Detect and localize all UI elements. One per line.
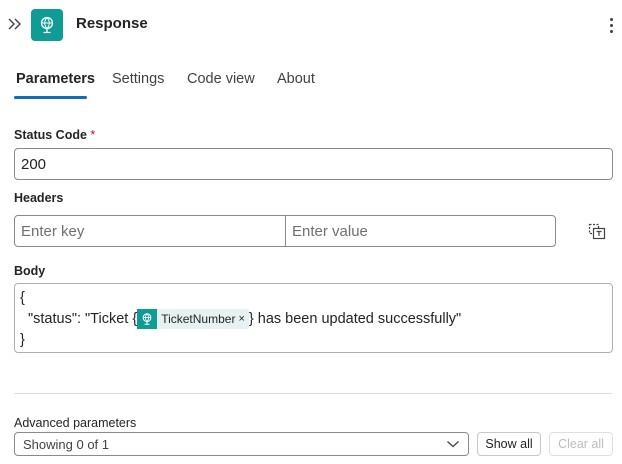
body-line-2-suffix: } has been updated successfully" xyxy=(248,311,462,327)
tab-about[interactable]: About xyxy=(277,71,315,87)
status-code-input[interactable]: 200 xyxy=(14,148,613,180)
tab-code-view[interactable]: Code view xyxy=(187,71,255,87)
clear-all-button[interactable]: Clear all xyxy=(549,432,613,456)
body-label: Body xyxy=(14,264,46,278)
tab-parameters[interactable]: Parameters xyxy=(16,71,95,87)
body-editor[interactable]: { "status": "Ticket {TicketNumber ×} has … xyxy=(14,283,613,353)
headers-label: Headers xyxy=(14,191,64,205)
action-title: Response xyxy=(76,15,148,32)
body-line-1: { xyxy=(20,290,25,306)
tab-settings[interactable]: Settings xyxy=(112,71,164,87)
token-globe-icon xyxy=(137,309,158,330)
token-label: TicketNumber xyxy=(161,311,236,326)
collapse-panel-icon[interactable] xyxy=(6,14,24,34)
more-options-icon[interactable] xyxy=(604,14,618,36)
active-tab-indicator xyxy=(14,96,87,99)
status-code-value: 200 xyxy=(21,155,47,173)
switch-to-text-mode-icon[interactable] xyxy=(587,221,607,241)
chevron-down-icon xyxy=(446,437,460,452)
header-key-input[interactable]: Enter key xyxy=(14,215,286,247)
section-divider xyxy=(14,393,612,394)
header-key-placeholder: Enter key xyxy=(21,222,85,240)
header-value-input[interactable]: Enter value xyxy=(285,215,556,247)
header-value-placeholder: Enter value xyxy=(292,222,368,240)
body-line-3: } xyxy=(20,332,25,348)
body-line-2-prefix: "status": "Ticket { xyxy=(28,311,138,327)
ticket-number-token[interactable]: TicketNumber × xyxy=(137,309,249,330)
advanced-parameters-label: Advanced parameters xyxy=(14,416,137,430)
advanced-parameters-dropdown[interactable]: Showing 0 of 1 xyxy=(14,432,469,456)
dropdown-value: Showing 0 of 1 xyxy=(23,436,110,452)
token-remove-icon[interactable]: × xyxy=(238,309,244,330)
body-line-2: "status": "Ticket {TicketNumber ×} has be… xyxy=(20,309,607,330)
required-mark: * xyxy=(90,128,96,142)
status-code-label: Status Code * xyxy=(14,128,96,142)
response-app-icon xyxy=(31,9,63,41)
show-all-button[interactable]: Show all xyxy=(477,432,541,456)
